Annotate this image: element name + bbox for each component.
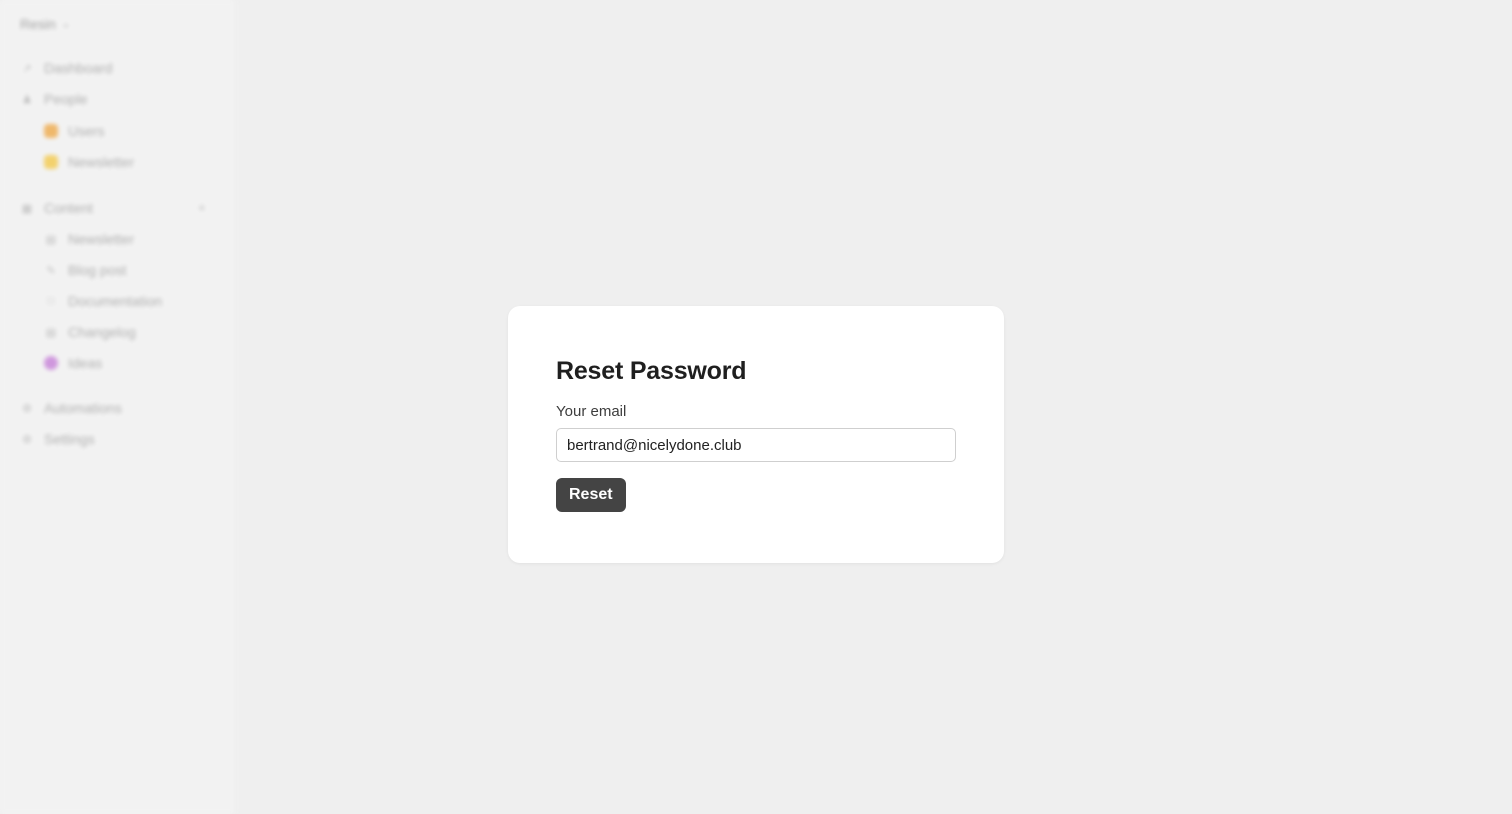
sidebar-item-label: Users	[68, 123, 105, 139]
workspace-switcher[interactable]: Resin ⌄	[20, 16, 70, 32]
sidebar-item-people[interactable]: ♟ People	[20, 89, 88, 109]
sidebar-item-automations[interactable]: ⚙ Automations	[20, 398, 122, 418]
sidebar-item-users[interactable]: Users	[44, 121, 105, 141]
sidebar-item-label: Content	[44, 200, 94, 216]
reset-button[interactable]: Reset	[556, 478, 626, 512]
sidebar-item-blog-post[interactable]: ✎ Blog post	[44, 260, 126, 280]
sidebar-item-label: Newsletter	[68, 154, 135, 170]
sidebar-item-changelog[interactable]: ▤ Changelog	[44, 322, 136, 342]
sidebar-item-label: People	[44, 91, 88, 107]
sidebar-item-newsletter-content[interactable]: ▤ Newsletter	[44, 229, 134, 249]
sidebar-item-label: Blog post	[68, 262, 127, 278]
sidebar-item-label: Changelog	[68, 324, 136, 340]
chart-icon: ↗	[22, 62, 32, 75]
content-icon: ▦	[21, 202, 33, 215]
email-label: Your email	[556, 403, 627, 420]
sidebar-item-ideas[interactable]: Ideas	[44, 353, 102, 373]
workspace-name: Resin	[20, 16, 56, 32]
reset-password-dialog: Reset Password Your email Reset	[508, 306, 1004, 563]
sidebar-item-label: Dashboard	[44, 60, 113, 76]
sidebar-item-label: Automations	[44, 400, 122, 416]
automation-icon: ⚙	[22, 402, 32, 415]
list-icon: ▤	[45, 326, 57, 339]
newspaper-icon: ▤	[45, 233, 57, 246]
gear-icon: ⚙	[22, 433, 32, 446]
sidebar-item-label: Ideas	[68, 355, 103, 371]
add-content-button[interactable]: +	[198, 200, 206, 215]
person-icon: ♟	[22, 93, 32, 106]
sidebar-item-label: Settings	[44, 431, 95, 447]
sidebar-item-content[interactable]: ▦ Content	[20, 198, 93, 218]
dialog-title: Reset Password	[556, 357, 747, 385]
pen-icon: ✎	[46, 264, 56, 277]
email-field[interactable]	[556, 428, 956, 462]
document-icon: □	[47, 295, 55, 307]
sidebar-item-settings[interactable]: ⚙ Settings	[20, 429, 95, 449]
chevron-down-icon: ⌄	[61, 18, 71, 30]
ideas-emoji-icon	[44, 356, 58, 370]
sidebar: Resin ⌄ ↗ Dashboard ♟ People Users Newsl…	[0, 0, 236, 814]
sidebar-item-documentation[interactable]: □ Documentation	[44, 291, 163, 311]
sidebar-item-label: Newsletter	[68, 231, 135, 247]
sidebar-item-newsletter[interactable]: Newsletter	[44, 152, 134, 172]
app-root: Resin ⌄ ↗ Dashboard ♟ People Users Newsl…	[0, 0, 1512, 814]
newsletter-emoji-icon	[44, 155, 58, 169]
users-emoji-icon	[44, 124, 58, 138]
sidebar-item-label: Documentation	[68, 293, 163, 309]
sidebar-item-dashboard[interactable]: ↗ Dashboard	[20, 58, 113, 78]
